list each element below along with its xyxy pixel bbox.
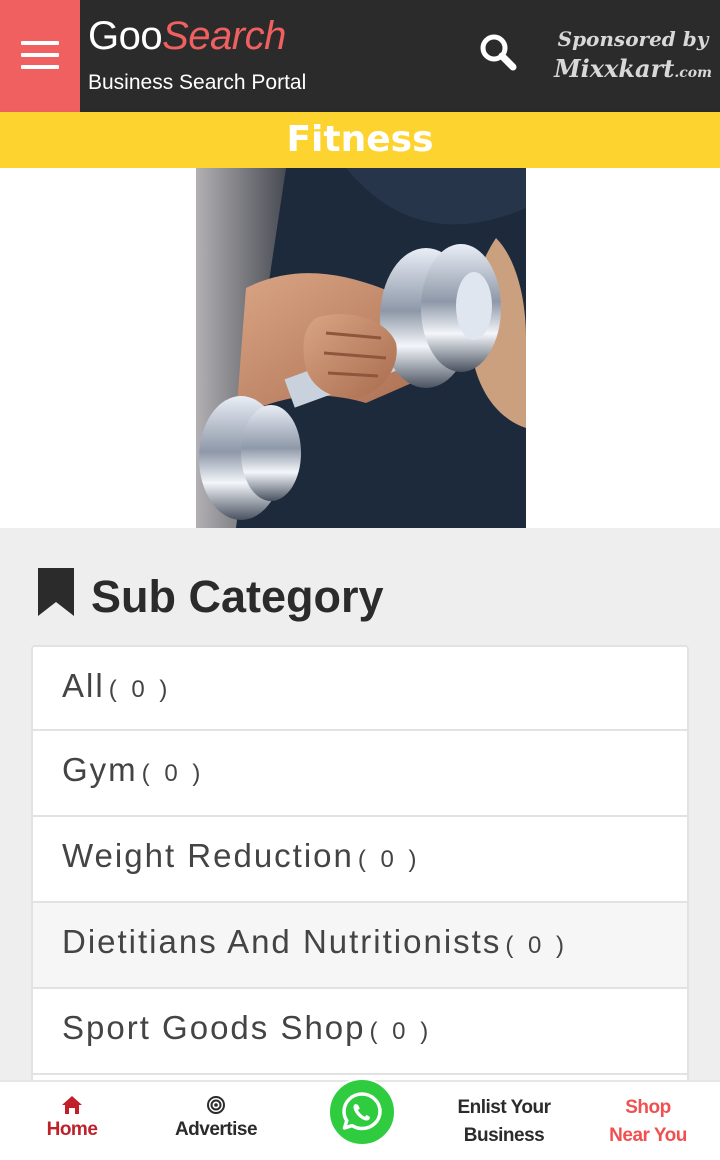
subcategory-item-sport-goods[interactable]: Sport Goods Shop( 0 )	[31, 989, 689, 1075]
hero-section	[0, 168, 720, 528]
nav-advertise-label: Advertise	[174, 1119, 258, 1140]
brand-name-part2: Search	[162, 14, 286, 58]
nav-home[interactable]: Home	[0, 1096, 144, 1144]
subcategory-count: ( 0 )	[357, 846, 421, 873]
search-icon	[480, 34, 517, 71]
subcategory-label: Weight Reduction	[62, 837, 354, 874]
whatsapp-button[interactable]	[328, 1078, 396, 1146]
nav-shop-label-2: Near You	[609, 1125, 687, 1146]
sponsor-label: Sponsored by	[557, 27, 709, 51]
brand-logo[interactable]: GooSearch	[88, 14, 286, 59]
subcategory-count: ( 0 )	[108, 676, 172, 703]
subcategory-count: ( 0 )	[505, 932, 569, 959]
subcategory-label: Gym	[62, 751, 138, 788]
subcategory-item-all[interactable]: All( 0 )	[31, 645, 689, 731]
category-title-bar: Fitness	[0, 112, 720, 168]
search-button[interactable]	[476, 30, 520, 74]
subcategory-title: Sub Category	[91, 571, 384, 622]
subcategory-item-dietitians[interactable]: Dietitians And Nutritionists( 0 )	[31, 903, 689, 989]
bookmark-icon	[38, 568, 74, 616]
subcategory-label: Sport Goods Shop	[62, 1009, 366, 1046]
category-title: Fitness	[286, 119, 434, 160]
category-image	[196, 168, 526, 528]
sponsor-name: Mixxkart.com	[554, 54, 712, 83]
app-header: GooSearch Business Search Portal Sponsor…	[0, 0, 720, 112]
nav-home-label: Home	[46, 1119, 98, 1140]
nav-enlist-label-1: Enlist Your	[457, 1097, 551, 1118]
subcategory-label: Dietitians And Nutritionists	[62, 923, 502, 960]
subcategory-count: ( 0 )	[369, 1018, 433, 1045]
sponsor-banner[interactable]: Sponsored by Mixxkart.com	[552, 24, 714, 88]
nav-shop-near-you[interactable]: Shop Near You	[576, 1094, 720, 1150]
nav-enlist-business[interactable]: Enlist Your Business	[432, 1094, 576, 1150]
subcategory-item-weight-reduction[interactable]: Weight Reduction( 0 )	[31, 817, 689, 903]
nav-shop-label-1: Shop	[625, 1097, 671, 1118]
subcategory-count: ( 0 )	[141, 760, 205, 787]
nav-advertise[interactable]: Advertise	[144, 1096, 288, 1144]
nav-enlist-label-2: Business	[463, 1125, 545, 1146]
brand-tagline: Business Search Portal	[88, 71, 307, 94]
subcategory-item-gym[interactable]: Gym( 0 )	[31, 731, 689, 817]
brand-name-part1: Goo	[88, 14, 163, 58]
bullseye-icon	[207, 1096, 225, 1114]
home-icon	[62, 1096, 82, 1114]
menu-button[interactable]	[0, 0, 80, 112]
subcategory-label: All	[62, 667, 105, 704]
whatsapp-icon	[342, 1092, 382, 1131]
